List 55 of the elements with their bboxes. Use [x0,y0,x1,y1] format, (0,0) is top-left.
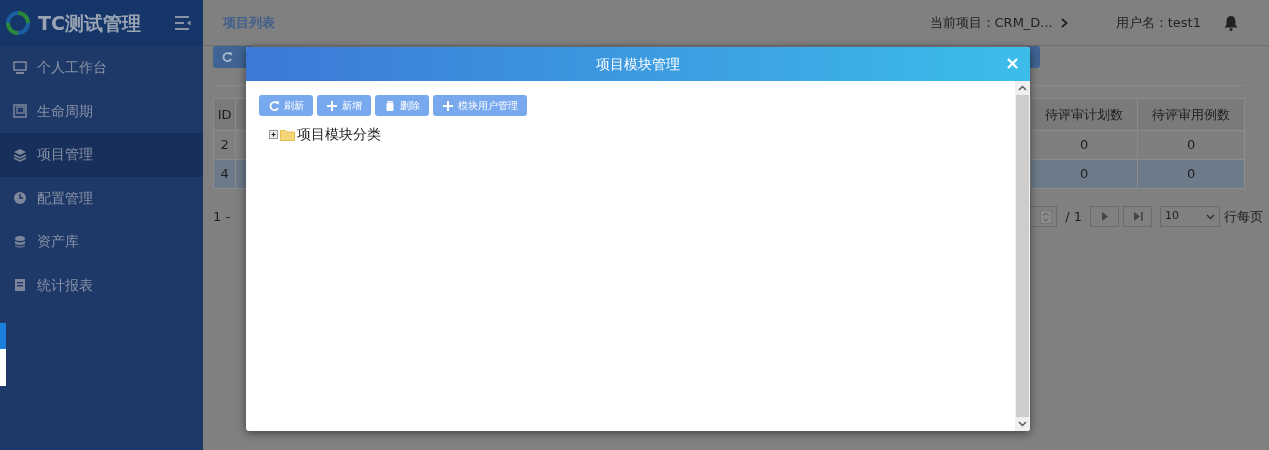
chevron-icon [1060,17,1068,28]
sidebar-item[interactable]: 资产库 [0,220,203,264]
toolbar-button[interactable]: 新增 [317,95,371,116]
user-name: 用户名：test1 [1115,13,1201,32]
folder-icon [280,128,295,141]
trash-icon [384,99,396,112]
sidebar-item[interactable]: 项目管理 [0,133,203,177]
logo-icon [6,11,30,35]
refresh-icon [221,51,233,63]
spinner-icon [1040,209,1053,224]
tree-node[interactable]: 项目模块分类 [297,124,381,145]
table-cell: 0 [1137,130,1245,160]
menu-icon[interactable] [175,16,191,30]
page-total: / 1 [1065,207,1082,226]
table-cell: 0 [1030,130,1138,160]
play-icon [1100,212,1109,221]
project-selector[interactable]: 当前项目：CRM_D... [929,12,1068,33]
sidebar-item[interactable]: 配置管理 [0,176,203,220]
report-icon [13,278,27,293]
side-widget[interactable] [0,323,6,386]
plus-icon [442,99,454,112]
plus-icon [326,99,338,112]
toolbar-button[interactable]: 刷新 [259,95,313,116]
last-page-button[interactable] [1123,206,1152,227]
table-cell: 2 [213,130,236,160]
toolbar-button[interactable]: 删除 [375,95,429,116]
sidebar-item[interactable]: 生命周期 [0,89,203,133]
skip-end-icon [1132,212,1143,221]
sidebar-item[interactable]: 统计报表 [0,263,203,307]
scrollbar[interactable] [1015,81,1030,431]
column-header: 待评审计划数 [1030,98,1138,131]
column-header: ID [213,98,236,131]
page-size-select[interactable]: 10 [1160,206,1220,227]
book-icon [13,104,27,119]
sidebar-item[interactable]: 个人工作台 [0,46,203,90]
logo-title: TC测试管理 [38,10,142,36]
column-header: 待评审用例数 [1137,98,1245,131]
layers-icon [13,147,27,162]
table-cell: 4 [213,159,236,189]
refresh-icon [268,99,280,112]
caret-icon [1206,213,1215,220]
close-button[interactable]: × [1000,52,1024,74]
toolbar-button[interactable]: 模块用户管理 [433,95,527,116]
monitor-icon [13,60,27,75]
next-page-button[interactable] [1090,206,1119,227]
table-cell: 0 [1030,159,1138,189]
database-icon [13,234,27,249]
page-range: 1 - [213,207,231,226]
expand-icon[interactable] [269,130,278,139]
dialog-title: 项目模块管理 [596,54,680,74]
per-page-label: 行每页 [1224,207,1263,226]
table-cell: 0 [1137,159,1245,189]
breadcrumb: 项目列表 [223,13,276,32]
clock-icon [13,191,27,206]
bell-icon[interactable] [1223,14,1239,31]
